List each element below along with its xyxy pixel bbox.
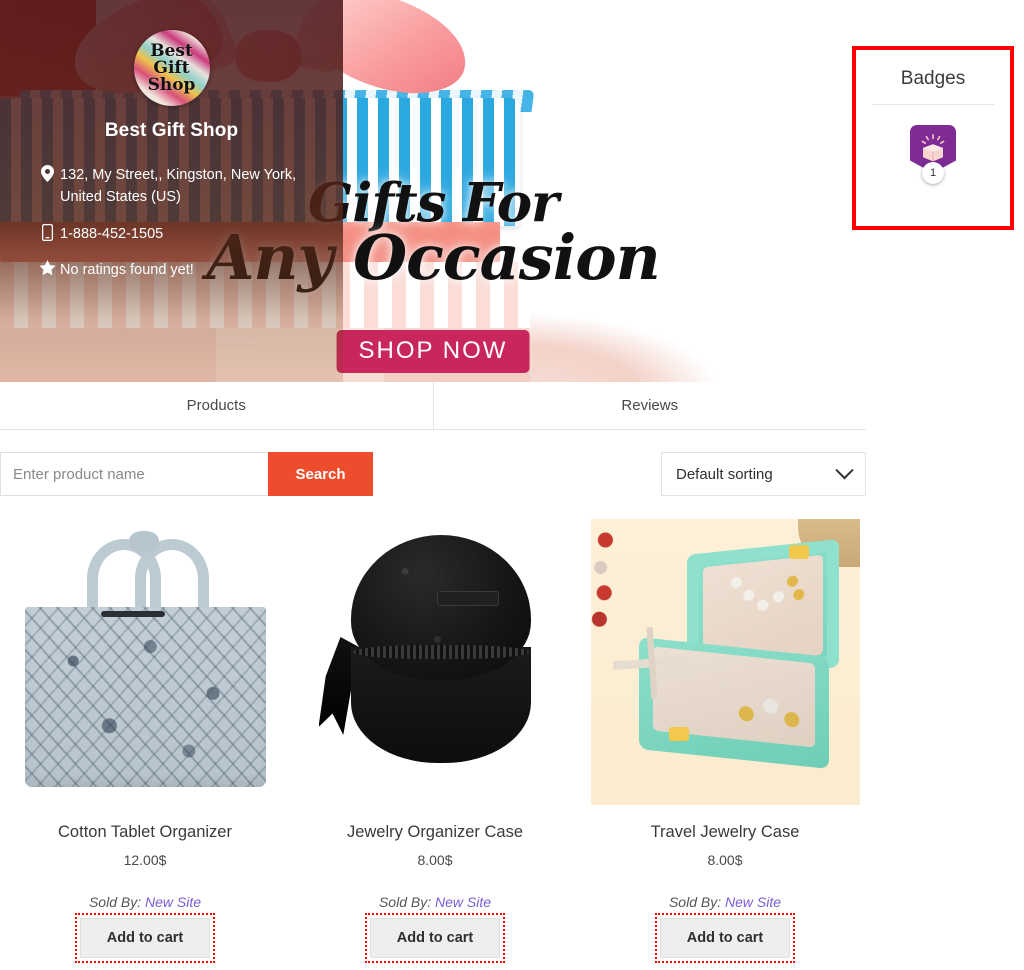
tab-products[interactable]: Products [0, 382, 433, 429]
badge-count: 1 [922, 162, 944, 184]
product-card: Jewelry Organizer Case 8.00$ Sold By: Ne… [290, 519, 580, 963]
shop-now-button[interactable]: SHOP NOW [336, 330, 530, 373]
store-info-panel: Best Gift Shop Best Gift Shop 132, My St… [0, 0, 343, 410]
tote-zipper [100, 611, 165, 617]
store-rating-row: No ratings found yet! [34, 259, 317, 281]
product-title[interactable]: Jewelry Organizer Case [290, 823, 580, 842]
mint-travel-jewelry-box-graphic [590, 519, 860, 805]
product-sold-by: Sold By: New Site [580, 894, 870, 910]
store-logo: Best Gift Shop [133, 30, 210, 106]
sort-dropdown[interactable]: Default sorting [661, 452, 866, 496]
store-logo-line1: Best [150, 40, 193, 61]
vendor-link[interactable]: New Site [435, 894, 491, 910]
tote-handle-knot [128, 531, 159, 553]
tab-reviews-label: Reviews [621, 397, 679, 414]
sort-dropdown-value: Default sorting [676, 465, 773, 483]
product-image-travel-jewelry-case[interactable] [590, 519, 860, 805]
sold-by-label: Sold By: [668, 894, 722, 910]
sold-by-label: Sold By: [378, 894, 432, 910]
store-logo-line3: Shop [147, 74, 196, 95]
product-image-cotton-tablet-organizer[interactable] [10, 519, 280, 805]
badges-list: 1 [856, 105, 1010, 184]
product-title[interactable]: Cotton Tablet Organizer [0, 823, 290, 842]
store-phone-row: 1-888-452-1505 [34, 223, 317, 245]
search-input[interactable] [0, 452, 268, 496]
store-logo-line2: Gift [153, 57, 190, 78]
tab-products-label: Products [186, 397, 246, 414]
vendor-link[interactable]: New Site [145, 894, 201, 910]
grey-floral-tote-bag-graphic [10, 519, 280, 805]
red-jewelry-decor [590, 529, 615, 639]
add-to-cart-button[interactable]: Add to cart [654, 913, 796, 963]
pearl-necklace-decor [726, 564, 805, 632]
chevron-down-icon [835, 460, 854, 479]
badges-panel-title: Badges [900, 68, 966, 89]
sold-by-label: Sold By: [88, 894, 142, 910]
case-zipper [352, 645, 529, 659]
product-grid: Cotton Tablet Organizer 12.00$ Sold By: … [0, 519, 870, 963]
tote-body [24, 607, 266, 787]
store-meta-list: 132, My Street,, Kingston, New York, Uni… [26, 164, 317, 282]
badges-panel: Badges 1 [852, 46, 1014, 230]
store-tabs: Products Reviews [0, 382, 866, 430]
location-pin-icon [34, 164, 60, 182]
round-black-jewelry-case-graphic [300, 519, 570, 805]
store-phone: 1-888-452-1505 [60, 225, 164, 242]
store-banner: Gifts For Any Occasion SHOP NOW Best Gif… [0, 0, 866, 410]
store-address: 132, My Street,, Kingston, New York, Uni… [60, 167, 297, 206]
mobile-phone-icon [34, 223, 60, 241]
store-page: Products Reviews Gifts For Any Occasion … [0, 0, 1024, 970]
store-rating-text: No ratings found yet! [60, 262, 194, 279]
add-to-cart-button[interactable]: Add to cart [364, 913, 506, 963]
product-sold-by: Sold By: New Site [0, 894, 290, 910]
product-price: 8.00$ [707, 852, 743, 868]
search-box: Search [0, 452, 373, 496]
tab-reviews[interactable]: Reviews [432, 382, 867, 429]
product-price: 12.00$ [123, 852, 167, 868]
store-name: Best Gift Shop [104, 120, 239, 141]
badge-item[interactable]: 1 [910, 125, 956, 184]
product-image-jewelry-organizer-case[interactable] [300, 519, 570, 805]
product-title[interactable]: Travel Jewelry Case [580, 823, 870, 842]
star-icon [34, 259, 60, 276]
search-button[interactable]: Search [268, 452, 373, 496]
product-card: Cotton Tablet Organizer 12.00$ Sold By: … [0, 519, 290, 963]
case-brand-tab [436, 591, 499, 606]
product-price: 8.00$ [417, 852, 453, 868]
jewelry-box-clasp-top [788, 545, 809, 559]
store-address-row: 132, My Street,, Kingston, New York, Uni… [34, 164, 317, 209]
product-filter-bar: Search Default sorting [0, 452, 866, 496]
add-to-cart-button[interactable]: Add to cart [74, 913, 216, 963]
product-card: Travel Jewelry Case 8.00$ Sold By: New S… [580, 519, 870, 963]
divider-insert-decor [610, 624, 693, 702]
jewelry-box-clasp-bottom [668, 727, 689, 741]
rings-decor [730, 681, 807, 741]
product-sold-by: Sold By: New Site [290, 894, 580, 910]
vendor-link[interactable]: New Site [725, 894, 781, 910]
